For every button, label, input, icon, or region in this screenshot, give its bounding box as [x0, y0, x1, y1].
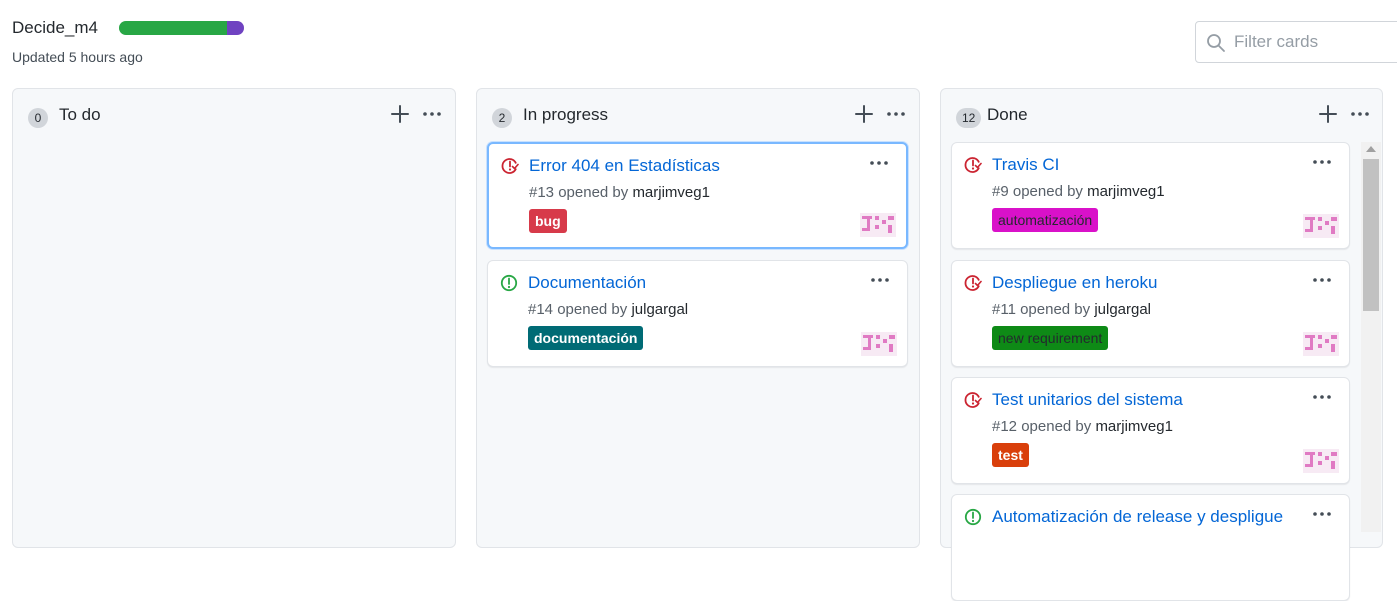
- card-title-link[interactable]: Travis CI: [992, 155, 1059, 175]
- card-title-link[interactable]: Documentación: [528, 273, 646, 293]
- progress-done-segment: [119, 21, 227, 35]
- author-link[interactable]: julgargal: [631, 301, 688, 318]
- done-column-scrollbar[interactable]: [1361, 142, 1381, 532]
- column-in-progress: 2 In progress Error 404 en Estadísticas …: [476, 88, 920, 548]
- column-todo: 0 To do: [12, 88, 456, 548]
- label-badge[interactable]: bug: [529, 209, 567, 233]
- card-menu-icon[interactable]: [868, 154, 890, 172]
- card-title-link[interactable]: Automatización de release y despligue: [992, 507, 1283, 527]
- issue-card[interactable]: Automatización de release y despligue: [951, 494, 1350, 601]
- card-meta: #14 opened by julgargal: [528, 301, 688, 318]
- issue-card[interactable]: Test unitarios del sistema #12 opened by…: [951, 377, 1350, 484]
- card-title-link[interactable]: Despliegue en heroku: [992, 273, 1157, 293]
- card-title-link[interactable]: Test unitarios del sistema: [992, 390, 1183, 410]
- scrollbar-thumb[interactable]: [1363, 159, 1379, 311]
- column-card-count: 0: [28, 108, 48, 128]
- column-card-count: 2: [492, 108, 512, 128]
- progress-in-progress-segment: [226, 21, 244, 35]
- card-meta: #11 opened by julgargal: [992, 301, 1151, 318]
- issue-card[interactable]: Travis CI #9 opened by marjimveg1 automa…: [951, 142, 1350, 249]
- open-issue-icon: [500, 274, 518, 292]
- avatar[interactable]: [1303, 332, 1339, 356]
- filter-cards-field[interactable]: [1195, 21, 1397, 63]
- card-title-link[interactable]: Error 404 en Estadísticas: [529, 156, 720, 176]
- issue-card[interactable]: Despliegue en heroku #11 opened by julga…: [951, 260, 1350, 367]
- issue-number-text: #14 opened by: [528, 301, 632, 318]
- column-title: Done: [987, 105, 1028, 124]
- author-link[interactable]: julgargal: [1094, 301, 1151, 318]
- scroll-up-arrow-icon[interactable]: [1366, 146, 1376, 152]
- add-card-icon[interactable]: [1317, 103, 1339, 125]
- add-card-icon[interactable]: [389, 103, 411, 125]
- closed-issue-icon: [964, 392, 982, 408]
- card-meta: #13 opened by marjimveg1: [529, 184, 710, 201]
- column-header: 0 To do: [13, 89, 455, 141]
- column-menu-icon[interactable]: [1349, 103, 1371, 125]
- closed-issue-icon: [964, 275, 982, 291]
- search-icon: [1207, 34, 1225, 52]
- column-menu-icon[interactable]: [421, 103, 443, 125]
- open-issue-icon: [964, 508, 982, 526]
- closed-issue-icon: [501, 158, 519, 174]
- label-badge[interactable]: automatización: [992, 208, 1099, 232]
- avatar[interactable]: [1303, 449, 1339, 473]
- column-header: 12 Done: [941, 89, 1382, 141]
- column-done: 12 Done Travis CI #9 opened by marjimveg…: [940, 88, 1383, 601]
- issue-card[interactable]: Error 404 en Estadísticas #13 opened by …: [487, 142, 908, 249]
- issue-number-text: #12 opened by: [992, 418, 1096, 435]
- column-card-count: 12: [956, 108, 982, 128]
- project-name[interactable]: Decide_m4: [12, 18, 98, 38]
- card-meta: #12 opened by marjimveg1: [992, 418, 1173, 435]
- card-menu-icon[interactable]: [1311, 505, 1333, 523]
- issue-number-text: #11 opened by: [992, 301, 1095, 318]
- author-link[interactable]: marjimveg1: [1087, 183, 1165, 200]
- column-title: In progress: [523, 105, 609, 124]
- card-menu-icon[interactable]: [1311, 388, 1333, 406]
- updated-timestamp: Updated 5 hours ago: [12, 49, 143, 65]
- issue-card[interactable]: Documentación #14 opened by julgargal do…: [487, 260, 908, 367]
- avatar[interactable]: [1303, 214, 1339, 238]
- card-menu-icon[interactable]: [1311, 153, 1333, 171]
- project-header: Decide_m4 Updated 5 hours ago: [0, 0, 1397, 88]
- card-meta: #9 opened by marjimveg1: [992, 183, 1165, 200]
- add-card-icon[interactable]: [853, 103, 875, 125]
- avatar[interactable]: [861, 332, 897, 356]
- author-link[interactable]: marjimveg1: [632, 184, 710, 201]
- author-link[interactable]: marjimveg1: [1095, 418, 1173, 435]
- filter-cards-input[interactable]: [1234, 30, 1394, 54]
- card-menu-icon[interactable]: [869, 271, 891, 289]
- closed-issue-icon: [964, 157, 982, 173]
- project-progress-bar: [119, 21, 244, 35]
- card-menu-icon[interactable]: [1311, 271, 1333, 289]
- column-header: 2 In progress: [477, 89, 919, 141]
- column-title: To do: [59, 105, 101, 124]
- label-badge[interactable]: test: [992, 443, 1029, 467]
- label-badge[interactable]: documentación: [528, 326, 644, 350]
- column-menu-icon[interactable]: [885, 103, 907, 125]
- label-badge[interactable]: new requirement: [992, 326, 1109, 350]
- issue-number-text: #9 opened by: [992, 183, 1088, 200]
- avatar[interactable]: [860, 213, 896, 237]
- issue-number-text: #13 opened by: [529, 184, 633, 201]
